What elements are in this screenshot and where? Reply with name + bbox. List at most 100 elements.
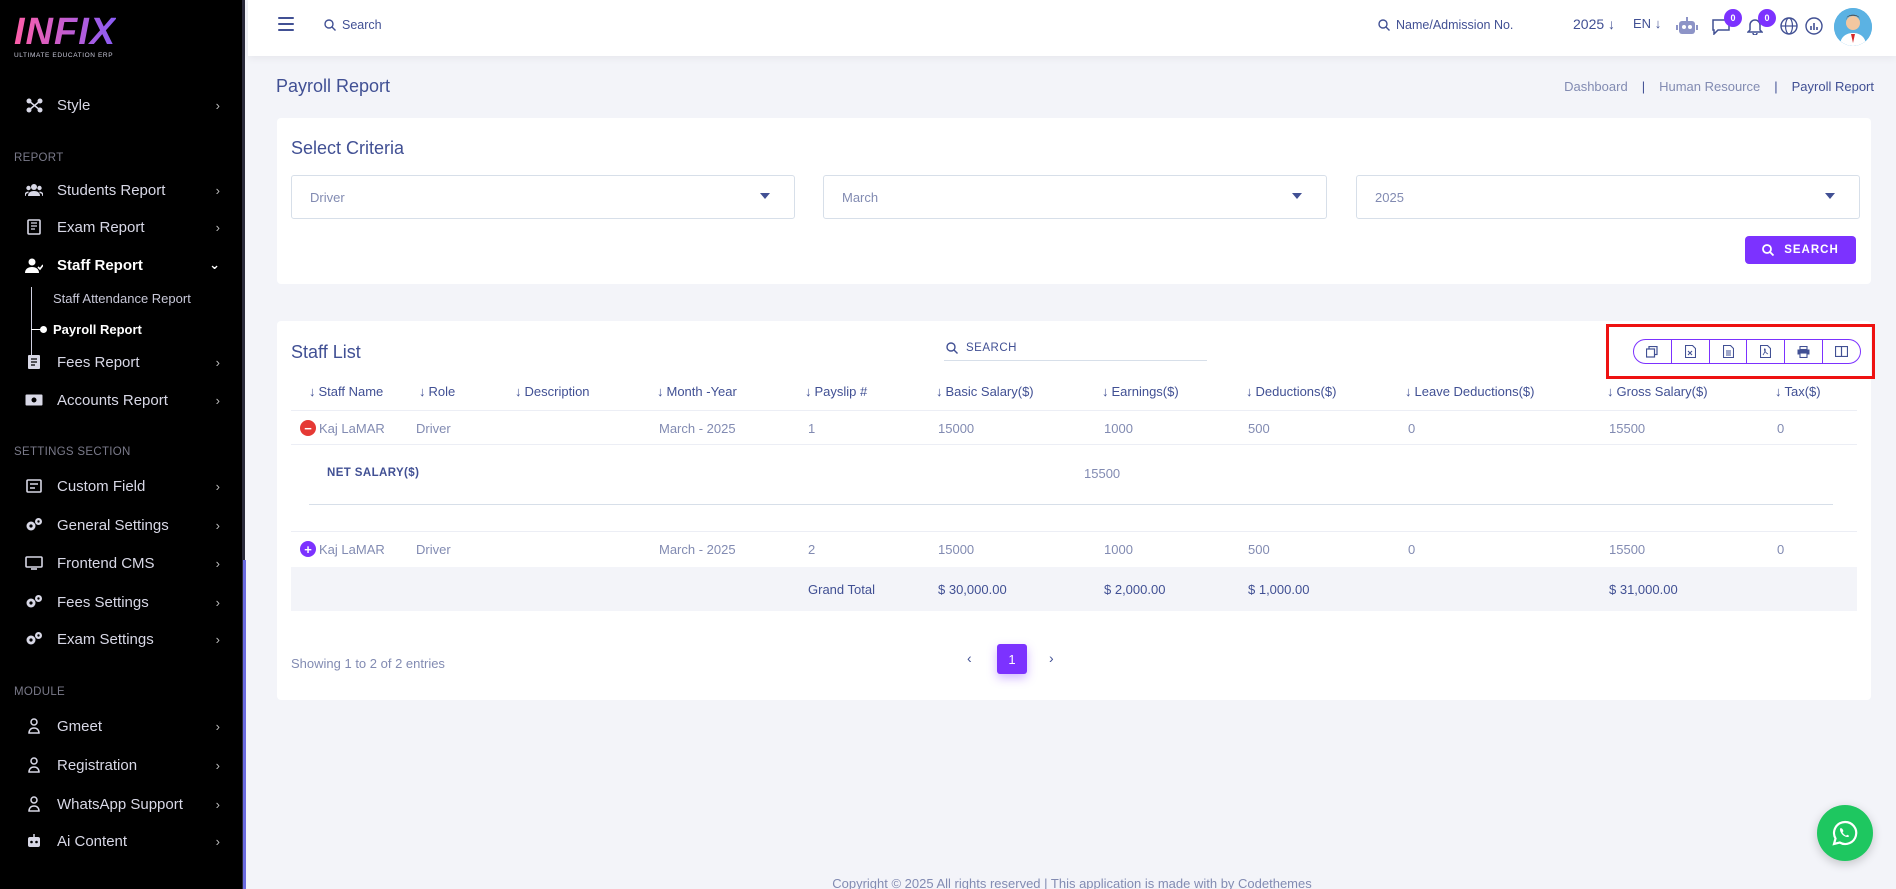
prev-page-button[interactable]: ‹ bbox=[967, 650, 972, 666]
sidebar-item-students-report[interactable]: Students Report › bbox=[0, 175, 240, 205]
cell-earnings: 1000 bbox=[1104, 421, 1133, 436]
sidebar-item-label: General Settings bbox=[57, 516, 169, 534]
search-button[interactable]: SEARCH bbox=[1745, 236, 1856, 264]
section-module: MODULE bbox=[14, 686, 66, 698]
sidebar-item-label: Students Report bbox=[57, 181, 166, 199]
money-icon bbox=[25, 392, 43, 408]
column-header[interactable]: ↓ Leave Deductions($) bbox=[1405, 384, 1534, 399]
top-search[interactable]: Search bbox=[324, 18, 382, 32]
sidebar-item-general-settings[interactable]: General Settings › bbox=[0, 510, 240, 540]
stats-icon[interactable] bbox=[1803, 15, 1825, 37]
sidebar-item-fees-settings[interactable]: Fees Settings › bbox=[0, 587, 240, 617]
sidebar-item-fees-report[interactable]: Fees Report › bbox=[0, 347, 240, 377]
cell-tax: 0 bbox=[1777, 542, 1785, 557]
chat-icon[interactable]: 0 bbox=[1710, 9, 1742, 37]
sidebar-item-label: Fees Settings bbox=[57, 593, 149, 611]
role-select[interactable]: Driver bbox=[291, 175, 795, 219]
book-icon bbox=[25, 219, 43, 235]
sidebar-item-whatsapp-support[interactable]: WhatsApp Support › bbox=[0, 789, 240, 819]
language-selector[interactable]: EN ↓ bbox=[1633, 16, 1661, 31]
year-selector[interactable]: 2025 ↓ bbox=[1573, 16, 1615, 32]
next-page-button[interactable]: › bbox=[1049, 650, 1054, 666]
search-icon bbox=[946, 341, 958, 354]
sort-arrow-icon: ↓ bbox=[1775, 384, 1782, 399]
month-select[interactable]: March bbox=[823, 175, 1327, 219]
chevron-right-icon: › bbox=[215, 555, 220, 571]
page-button-current[interactable]: 1 bbox=[997, 644, 1027, 674]
search-button-label: SEARCH bbox=[1784, 244, 1839, 256]
column-label: Earnings($) bbox=[1111, 384, 1179, 399]
chevron-right-icon: › bbox=[215, 594, 220, 610]
expand-row-icon[interactable]: + bbox=[300, 541, 316, 557]
fees-icon bbox=[25, 354, 43, 370]
whatsapp-icon bbox=[1832, 820, 1858, 846]
column-header[interactable]: ↓ Basic Salary($) bbox=[936, 384, 1034, 399]
cell-month-year: March - 2025 bbox=[659, 421, 736, 436]
year-select[interactable]: 2025 bbox=[1356, 175, 1860, 219]
table-row[interactable]: + Kaj LaMAR Driver March - 2025 2 15000 … bbox=[291, 531, 1857, 566]
column-header[interactable]: ↓ Payslip # bbox=[805, 384, 867, 399]
column-header[interactable]: ↓ Earnings($) bbox=[1102, 384, 1179, 399]
breadcrumb-human-resource[interactable]: Human Resource bbox=[1659, 79, 1760, 94]
sidebar-item-staff-report[interactable]: Staff Report ⌄ bbox=[0, 250, 240, 280]
table-search-input[interactable]: SEARCH bbox=[944, 335, 1207, 361]
sidebar-item-frontend-cms[interactable]: Frontend CMS › bbox=[0, 548, 240, 578]
csv-button[interactable] bbox=[1710, 340, 1748, 363]
chevron-right-icon: › bbox=[215, 833, 220, 849]
sidebar-item-label: Registration bbox=[57, 756, 138, 774]
sidebar-item-ai-content[interactable]: Ai Content › bbox=[0, 826, 240, 856]
sidebar-item-label: Exam Settings bbox=[57, 630, 154, 648]
sidebar-item-gmeet[interactable]: Gmeet › bbox=[0, 711, 240, 741]
robot-icon[interactable] bbox=[1676, 15, 1698, 37]
logo[interactable]: INFIX ULTIMATE EDUCATION ERP bbox=[14, 12, 116, 59]
print-button[interactable] bbox=[1785, 340, 1824, 363]
chevron-right-icon: › bbox=[215, 757, 220, 773]
whatsapp-button[interactable] bbox=[1817, 805, 1873, 861]
breadcrumb: Dashboard | Human Resource | Payroll Rep… bbox=[1564, 79, 1874, 94]
column-label: Tax($) bbox=[1784, 384, 1821, 399]
admission-search[interactable]: Name/Admission No. bbox=[1378, 18, 1513, 32]
columns-icon bbox=[1835, 346, 1849, 357]
module-icon bbox=[25, 757, 43, 773]
columns-button[interactable] bbox=[1823, 340, 1860, 363]
sidebar-scrollbar[interactable] bbox=[243, 560, 246, 889]
menu-toggle-icon[interactable] bbox=[278, 17, 294, 31]
pdf-icon bbox=[1760, 345, 1772, 358]
breadcrumb-dashboard[interactable]: Dashboard bbox=[1564, 79, 1628, 94]
grand-total-gross: $ 31,000.00 bbox=[1609, 582, 1678, 597]
sidebar-item-exam-report[interactable]: Exam Report › bbox=[0, 212, 240, 242]
net-salary-label: NET SALARY($) bbox=[327, 467, 420, 479]
collapse-row-icon[interactable]: − bbox=[300, 420, 316, 436]
sidebar: INFIX ULTIMATE EDUCATION ERP Style › REP… bbox=[0, 0, 246, 889]
sidebar-item-accounts-report[interactable]: Accounts Report › bbox=[0, 385, 240, 415]
column-header[interactable]: ↓ Deductions($) bbox=[1246, 384, 1336, 399]
sidebar-subitem-payroll-report[interactable]: Payroll Report bbox=[53, 322, 142, 337]
sidebar-item-custom-field[interactable]: Custom Field › bbox=[0, 471, 240, 501]
sidebar-subitem-staff-attendance-report[interactable]: Staff Attendance Report bbox=[53, 291, 191, 306]
bell-icon[interactable]: 0 bbox=[1744, 9, 1776, 37]
chat-badge: 0 bbox=[1724, 9, 1742, 27]
column-label: Payslip # bbox=[814, 384, 868, 399]
sidebar-item-label: Staff Report bbox=[57, 256, 143, 274]
search-icon bbox=[1762, 244, 1775, 256]
column-header[interactable]: ↓ Staff Name bbox=[309, 384, 383, 399]
sort-arrow-icon: ↓ bbox=[1405, 384, 1412, 399]
copy-button[interactable] bbox=[1634, 340, 1672, 363]
sidebar-item-registration[interactable]: Registration › bbox=[0, 750, 240, 780]
table-row[interactable]: − Kaj LaMAR Driver March - 2025 1 15000 … bbox=[291, 411, 1857, 445]
column-header[interactable]: ↓ Month -Year bbox=[657, 384, 737, 399]
sidebar-item-style[interactable]: Style › bbox=[0, 90, 240, 120]
column-header[interactable]: ↓ Tax($) bbox=[1775, 384, 1821, 399]
column-header[interactable]: ↓ Gross Salary($) bbox=[1607, 384, 1708, 399]
print-icon bbox=[1797, 345, 1810, 358]
globe-icon[interactable] bbox=[1778, 15, 1800, 37]
pdf-button[interactable] bbox=[1747, 340, 1786, 363]
avatar[interactable] bbox=[1834, 8, 1872, 46]
column-header[interactable]: ↓ Role bbox=[419, 384, 455, 399]
excel-button[interactable] bbox=[1672, 340, 1710, 363]
cell-leave-deductions: 0 bbox=[1408, 421, 1416, 436]
arrow-down-icon: ↓ bbox=[1608, 16, 1616, 32]
sidebar-item-exam-settings[interactable]: Exam Settings › bbox=[0, 624, 240, 654]
column-header[interactable]: ↓ Description bbox=[515, 384, 590, 399]
cell-role: Driver bbox=[416, 421, 451, 436]
